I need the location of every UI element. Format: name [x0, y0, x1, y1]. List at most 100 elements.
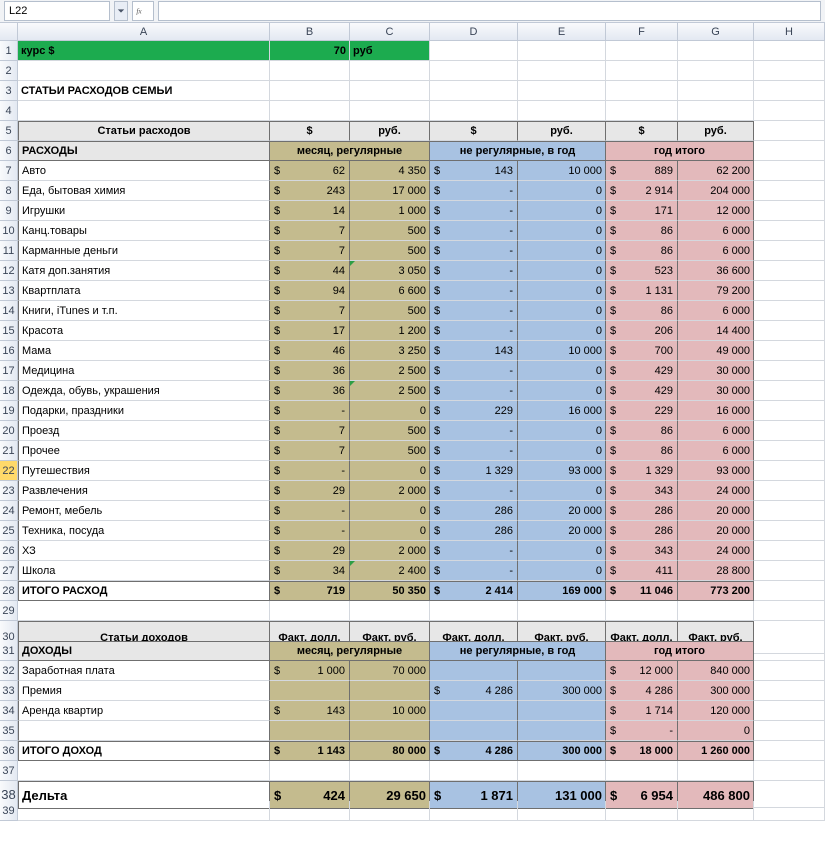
cell[interactable] [350, 101, 430, 121]
inc-i-usd[interactable]: $4 286 [430, 681, 518, 701]
exp-i-usd[interactable]: $- [430, 241, 518, 261]
grp-exp[interactable]: РАСХОДЫ [18, 141, 270, 161]
exp-y-usd[interactable]: $171 [606, 201, 678, 221]
cell[interactable] [18, 801, 270, 821]
exp-i-rub[interactable]: 20 000 [518, 501, 606, 521]
exp-m-usd[interactable]: $7 [270, 441, 350, 461]
cell[interactable] [430, 41, 518, 61]
cell[interactable] [754, 701, 825, 721]
inc-y-rub[interactable]: 840 000 [678, 661, 754, 681]
grp-inc-irregular[interactable]: не регулярные, в год [430, 641, 606, 661]
row-header-29[interactable]: 29 [0, 601, 18, 621]
exp-i-usd[interactable]: $286 [430, 521, 518, 541]
grp-year[interactable]: год итого [606, 141, 754, 161]
exp-m-rub[interactable]: 500 [350, 221, 430, 241]
exp-y-usd[interactable]: $86 [606, 221, 678, 241]
exp-m-usd[interactable]: $- [270, 521, 350, 541]
exp-i-rub[interactable]: 0 [518, 201, 606, 221]
cell[interactable] [350, 61, 430, 81]
row-header-1[interactable]: 1 [0, 41, 18, 61]
exp-y-rub[interactable]: 6 000 [678, 441, 754, 461]
cell[interactable] [18, 101, 270, 121]
cell[interactable] [754, 501, 825, 521]
exp-i-rub[interactable]: 0 [518, 441, 606, 461]
exp-i-rub[interactable]: 20 000 [518, 521, 606, 541]
cell[interactable] [606, 601, 678, 621]
grp-irregular[interactable]: не регулярные, в год [430, 141, 606, 161]
row-header-28[interactable]: 28 [0, 581, 18, 601]
exp-m-rub[interactable]: 500 [350, 301, 430, 321]
exp-y-rub[interactable]: 14 400 [678, 321, 754, 341]
cell[interactable] [518, 61, 606, 81]
exp-m-rub[interactable]: 6 600 [350, 281, 430, 301]
cell[interactable] [754, 381, 825, 401]
exp-m-usd[interactable]: $17 [270, 321, 350, 341]
row-header-20[interactable]: 20 [0, 421, 18, 441]
exp-m-usd[interactable]: $7 [270, 241, 350, 261]
exp-m-usd[interactable]: $44 [270, 261, 350, 281]
hdr-cat[interactable]: Статьи расходов [18, 121, 270, 141]
exp-m-rub[interactable]: 1 000 [350, 201, 430, 221]
inc-i-rub[interactable] [518, 661, 606, 681]
inc-m-rub[interactable] [350, 681, 430, 701]
exp-y-rub[interactable]: 62 200 [678, 161, 754, 181]
exp-name[interactable]: Канц.товары [18, 221, 270, 241]
col-header-D[interactable]: D [430, 23, 518, 41]
section-title[interactable]: СТАТЬИ РАСХОДОВ СЕМЬИ [18, 81, 270, 101]
exp-m-rub[interactable]: 3 050 [350, 261, 430, 281]
exp-m-usd[interactable]: $243 [270, 181, 350, 201]
exp-y-rub[interactable]: 79 200 [678, 281, 754, 301]
row-header-22[interactable]: 22 [0, 461, 18, 481]
row-header-19[interactable]: 19 [0, 401, 18, 421]
exp-y-rub[interactable]: 204 000 [678, 181, 754, 201]
row-header-10[interactable]: 10 [0, 221, 18, 241]
exp-name[interactable]: Красота [18, 321, 270, 341]
exp-y-usd[interactable]: $429 [606, 361, 678, 381]
inc-y-rub[interactable]: 300 000 [678, 681, 754, 701]
inc-y-rub[interactable]: 0 [678, 721, 754, 741]
cell[interactable] [754, 541, 825, 561]
exp-m-rub[interactable]: 0 [350, 461, 430, 481]
exp-total-m-rub[interactable]: 50 350 [350, 581, 430, 601]
exp-i-rub[interactable]: 0 [518, 261, 606, 281]
row-header-2[interactable]: 2 [0, 61, 18, 81]
rate-label[interactable]: курс $ [18, 41, 270, 61]
inc-m-rub[interactable] [350, 721, 430, 741]
cell[interactable] [430, 661, 518, 681]
cell[interactable] [754, 741, 825, 761]
exp-i-usd[interactable]: $143 [430, 341, 518, 361]
cell[interactable] [606, 761, 678, 781]
exp-m-rub[interactable]: 500 [350, 441, 430, 461]
exp-total-i-usd[interactable]: $2 414 [430, 581, 518, 601]
exp-m-usd[interactable]: $7 [270, 421, 350, 441]
exp-i-rub[interactable]: 0 [518, 561, 606, 581]
exp-y-usd[interactable]: $286 [606, 521, 678, 541]
name-box[interactable]: L22 [4, 1, 110, 21]
cell[interactable] [754, 521, 825, 541]
exp-m-rub[interactable]: 3 250 [350, 341, 430, 361]
row-header-16[interactable]: 16 [0, 341, 18, 361]
exp-name[interactable]: Развлечения [18, 481, 270, 501]
cell[interactable] [678, 101, 754, 121]
exp-i-usd[interactable]: $286 [430, 501, 518, 521]
exp-name[interactable]: Одежда, обувь, украшения [18, 381, 270, 401]
cell[interactable] [270, 681, 350, 701]
cell[interactable] [270, 81, 350, 101]
exp-i-rub[interactable]: 10 000 [518, 161, 606, 181]
cell[interactable] [754, 161, 825, 181]
exp-i-usd[interactable]: $- [430, 181, 518, 201]
exp-m-usd[interactable]: $- [270, 401, 350, 421]
cell[interactable] [430, 81, 518, 101]
hdr-rub-1[interactable]: руб. [350, 121, 430, 141]
exp-y-rub[interactable]: 6 000 [678, 241, 754, 261]
exp-name[interactable]: Путешествия [18, 461, 270, 481]
exp-total-y-usd[interactable]: $11 046 [606, 581, 678, 601]
exp-i-rub[interactable]: 0 [518, 481, 606, 501]
col-header-H[interactable]: H [754, 23, 825, 41]
cell[interactable] [754, 121, 825, 141]
exp-m-rub[interactable]: 4 350 [350, 161, 430, 181]
exp-i-usd[interactable]: $- [430, 561, 518, 581]
exp-total-m-usd[interactable]: $719 [270, 581, 350, 601]
cell[interactable] [754, 461, 825, 481]
cell[interactable] [270, 721, 350, 741]
